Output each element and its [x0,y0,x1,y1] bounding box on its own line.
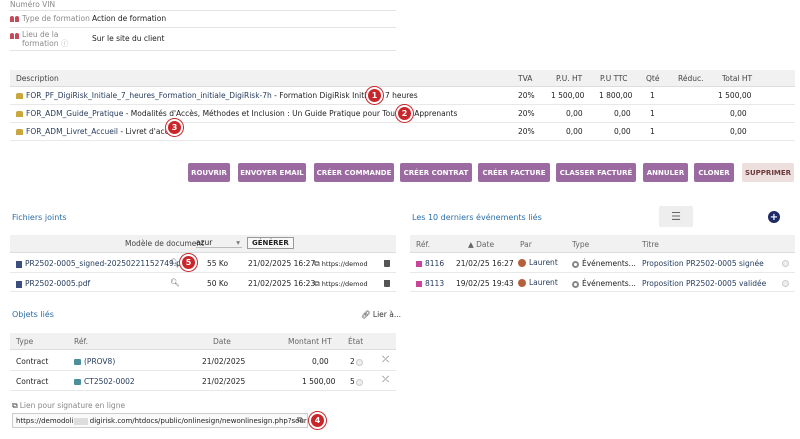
send-email-button[interactable]: ENVOYER EMAIL [238,163,306,182]
events-title: Les 10 derniers événements liés [412,213,542,222]
chevron-down-icon: ▾ [236,238,240,247]
folder-icon [74,379,81,385]
avatar [518,259,526,267]
clone-button[interactable]: CLONER [694,163,734,182]
preview-icon[interactable]: 🔍︎ [170,258,180,267]
annotation-badge-3: 3 [166,119,183,136]
external-link-icon: ⧉ [12,401,18,410]
cancel-button[interactable]: ANNULER [643,163,688,182]
table-row[interactable]: 8113 19/02/25 19:43 Laurent Événements..… [410,274,795,292]
avatar [518,279,526,287]
file-link[interactable]: PR2502-0005_signed-20250221152749.pdf [25,259,188,268]
status-icon [355,358,363,366]
external-link-icon[interactable]: ⧉ [314,279,320,288]
type-label: Type de formation [22,14,90,23]
file-row[interactable]: PR2502-0005_signed-20250221152749.pdf 🔍︎… [10,254,396,273]
product-icon [16,129,23,135]
signature-label: ⧉ Lien pour signature en ligne [12,401,126,410]
menu-icon[interactable]: ☰ [659,206,693,227]
annotation-badge-5: 5 [180,254,197,271]
product-link[interactable]: FOR_PF_DigiRisk_Initiale_7_heures_Format… [26,91,272,100]
reopen-button[interactable]: ROUVRIR [188,163,230,182]
trash-icon[interactable] [384,260,390,267]
model-select[interactable]: azur ▾ [196,238,242,248]
link-to-button[interactable]: 🔗︎ Lier à... [361,310,401,319]
classify-billed-button[interactable]: CLASSER FACTURÉ [556,163,636,182]
table-row[interactable]: Contract (PROV8) 21/02/2025 0,00 2 ⤫ [10,351,396,371]
link-icon: 🔗︎ [361,310,371,319]
table-row[interactable]: 8116 21/02/25 16:27 Laurent Événements..… [410,254,795,273]
external-link-icon[interactable]: ⧉ [314,259,320,268]
create-contract-button[interactable]: CRÉER CONTRAT [400,163,472,182]
external-link-icon[interactable]: ⧉ [297,415,303,425]
annotation-badge-1: 1 [366,87,383,104]
event-icon [416,261,422,267]
file-link[interactable]: PR2502-0005.pdf [25,279,90,288]
users-icon [10,32,19,39]
folder-icon [74,359,81,365]
unlink-icon[interactable]: ⤫ [382,355,389,365]
signature-url-input[interactable]: https://demodoli digirisk.com/htdocs/pub… [12,413,308,428]
generate-button[interactable]: GÉNÉRER [247,237,294,249]
create-order-button[interactable]: CRÉER COMMANDE [314,163,394,182]
product-icon [16,93,23,99]
lieu-label: Lieu de la [22,30,59,39]
create-invoice-button[interactable]: CRÉER FACTURE [478,163,550,182]
unlink-icon[interactable]: ⤫ [382,375,389,385]
product-link[interactable]: FOR_ADM_Livret_Accueil [26,127,118,136]
status-icon [782,260,789,267]
add-event-icon[interactable]: + [768,211,780,223]
gear-icon [572,280,579,288]
gear-icon [572,260,579,268]
pdf-icon [16,260,22,268]
product-link[interactable]: FOR_ADM_Guide_Pratique [26,109,123,118]
lieu-value: Sur le site du client [92,34,165,43]
file-row[interactable]: PR2502-0005.pdf 🔍︎ 50 Ko 21/02/2025 16:2… [10,274,396,292]
table-row[interactable]: FOR_ADM_Livret_Accueil - Livret d'accuei… [10,123,795,141]
trash-icon[interactable] [384,280,390,287]
users-icon [10,15,19,22]
annotation-badge-2: 2 [396,105,413,122]
delete-button[interactable]: SUPPRIMER [742,163,794,182]
status-icon [782,280,789,287]
type-value: Action de formation [92,14,167,23]
files-title: Fichiers joints [12,213,67,222]
event-icon [416,281,422,287]
table-row[interactable]: FOR_PF_DigiRisk_Initiale_7_heures_Format… [10,87,795,105]
pdf-icon [16,280,22,288]
linked-title: Objets liés [12,310,54,319]
product-icon [16,111,23,117]
table-row[interactable]: Contract CT2502-0002 21/02/2025 1 500,00… [10,372,396,391]
preview-icon[interactable]: 🔍︎ [170,278,180,287]
status-icon [355,378,363,386]
vin-label: Numéro VIN [10,0,56,9]
annotation-badge-4: 4 [309,412,326,429]
